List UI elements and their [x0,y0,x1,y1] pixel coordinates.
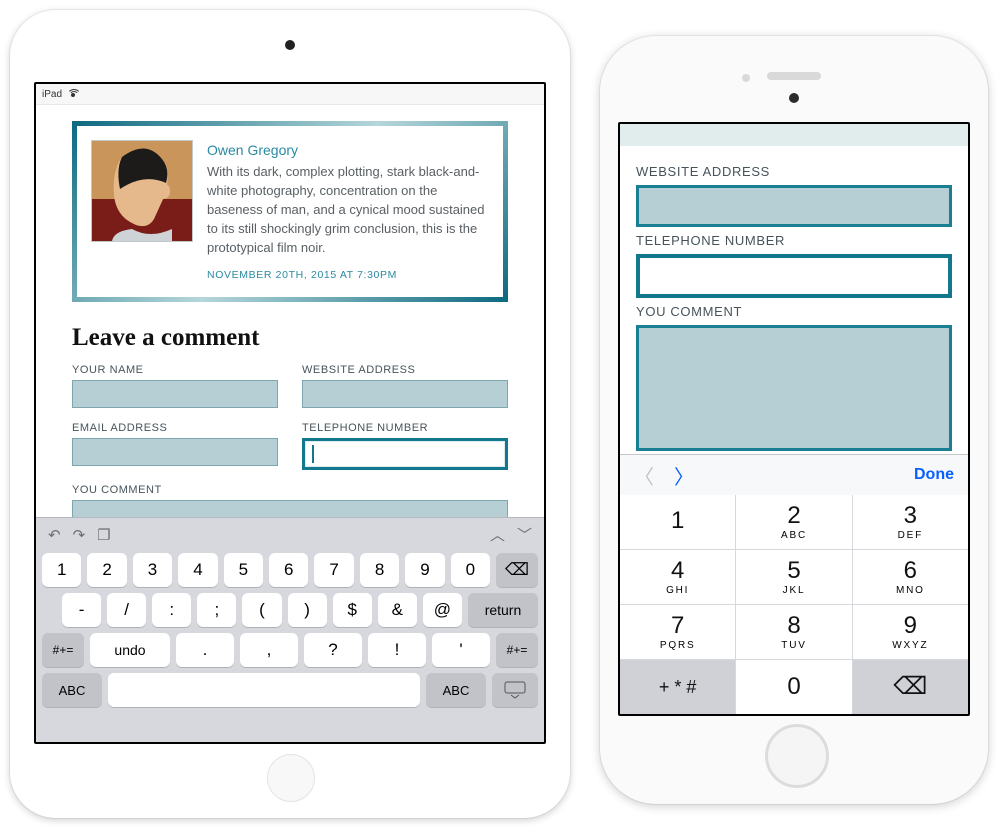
label-phone: TELEPHONE NUMBER [302,422,508,434]
key-slash[interactable]: / [107,593,146,627]
author-name: Owen Gregory [207,140,489,160]
label-website: WEBSITE ADDRESS [636,164,952,179]
device-label: iPad [42,89,62,100]
page-content: Owen Gregory With its dark, complex plot… [36,105,544,572]
comment-timestamp: NOVEMBER 20TH, 2015 AT 7:30PM [207,268,489,283]
key-amp[interactable]: & [378,593,417,627]
key-row-2: - / : ; ( ) $ & @ return [42,593,538,627]
key-4[interactable]: 4 [178,553,217,587]
proximity-sensor [742,74,750,82]
key-row-1: 1 2 3 4 5 6 7 8 9 0 ⌫ [42,553,538,587]
key-dash[interactable]: - [62,593,101,627]
page-content: WEBSITE ADDRESS TELEPHONE NUMBER YOU COM… [620,146,968,454]
clipboard-icon[interactable]: ❐ [97,526,110,544]
redo-arrow-icon[interactable]: ↷ [73,526,86,544]
numkey-5[interactable]: 5JKL [736,550,851,604]
prev-field-icon[interactable]: ︿ [490,524,505,545]
comment-field[interactable] [636,325,952,451]
numkey-3[interactable]: 3DEF [853,495,968,549]
undo-key[interactable]: undo [90,633,170,667]
phone-field[interactable] [636,254,952,298]
ipad-keyboard: ↶ ↷ ❐ ︿ ﹀ 1 2 3 4 5 6 7 8 9 0 [36,517,544,742]
key-6[interactable]: 6 [269,553,308,587]
name-field[interactable] [72,380,278,408]
numkey-8[interactable]: 8TUV [736,605,851,659]
front-camera [789,93,799,103]
home-button[interactable] [267,754,315,802]
key-row-4: ABC ABC [42,673,538,707]
form-heading: Leave a comment [72,324,508,352]
key-semicolon[interactable]: ; [197,593,236,627]
key-0[interactable]: 0 [451,553,490,587]
key-apostrophe[interactable]: ' [432,633,490,667]
status-bar: iPad [36,84,544,105]
key-2[interactable]: 2 [87,553,126,587]
next-field-icon[interactable]: ﹀ [517,524,532,545]
phone-field[interactable] [302,438,508,470]
key-at[interactable]: @ [423,593,462,627]
abc-key-right[interactable]: ABC [426,673,486,707]
numkey-symbols[interactable]: + * # [620,660,735,714]
ipad-screen: iPad [34,82,546,744]
iphone-device: WEBSITE ADDRESS TELEPHONE NUMBER YOU COM… [600,36,988,804]
key-colon[interactable]: : [152,593,191,627]
keyboard-accessory-bar: 〈 〉 Done [620,454,968,495]
label-comment: YOU COMMENT [72,484,508,496]
label-comment: YOU COMMENT [636,304,952,319]
numeric-keypad: 1 2ABC 3DEF 4GHI 5JKL 6MNO 7PQRS 8TUV 9W… [620,495,968,714]
key-row-3: #+= undo . , ? ! ' #+= [42,633,538,667]
numkey-0[interactable]: 0 [736,660,851,714]
symbol-shift-key-left[interactable]: #+= [42,633,84,667]
page-header-strip [620,124,968,146]
label-website: WEBSITE ADDRESS [302,364,508,376]
home-button[interactable] [765,724,829,788]
key-exclaim[interactable]: ! [368,633,426,667]
comment-body: With its dark, complex plotting, stark b… [207,163,489,257]
key-paren-right[interactable]: ) [288,593,327,627]
numkey-9[interactable]: 9WXYZ [853,605,968,659]
label-email: EMAIL ADDRESS [72,422,278,434]
numkey-4[interactable]: 4GHI [620,550,735,604]
symbol-shift-key-right[interactable]: #+= [496,633,538,667]
camera-dot [285,40,295,50]
wifi-icon [67,89,81,99]
undo-arrow-icon[interactable]: ↶ [48,526,61,544]
comment-card: Owen Gregory With its dark, complex plot… [72,121,508,302]
avatar [91,140,193,242]
numkey-7[interactable]: 7PQRS [620,605,735,659]
key-comma[interactable]: , [240,633,298,667]
key-5[interactable]: 5 [224,553,263,587]
label-phone: TELEPHONE NUMBER [636,233,952,248]
key-9[interactable]: 9 [405,553,444,587]
prev-field-icon[interactable]: 〈 [634,461,654,490]
hide-keyboard-key[interactable] [492,673,538,707]
numkey-backspace[interactable]: ⌫ [853,660,968,714]
label-your-name: YOUR NAME [72,364,278,376]
ipad-device: iPad [10,10,570,818]
key-1[interactable]: 1 [42,553,81,587]
key-dollar[interactable]: $ [333,593,372,627]
abc-key-left[interactable]: ABC [42,673,102,707]
website-field[interactable] [302,380,508,408]
done-button[interactable]: Done [914,466,954,484]
numkey-6[interactable]: 6MNO [853,550,968,604]
text-caret [312,445,314,463]
key-7[interactable]: 7 [314,553,353,587]
key-3[interactable]: 3 [133,553,172,587]
key-paren-left[interactable]: ( [242,593,281,627]
website-field[interactable] [636,185,952,227]
key-period[interactable]: . [176,633,234,667]
key-8[interactable]: 8 [360,553,399,587]
numkey-1[interactable]: 1 [620,495,735,549]
key-question[interactable]: ? [304,633,362,667]
space-key[interactable] [108,673,420,707]
speaker-grille [767,72,821,80]
numkey-2[interactable]: 2ABC [736,495,851,549]
return-key[interactable]: return [468,593,538,627]
backspace-key[interactable]: ⌫ [496,553,538,587]
email-field[interactable] [72,438,278,466]
next-field-icon[interactable]: 〉 [674,461,694,490]
iphone-screen: WEBSITE ADDRESS TELEPHONE NUMBER YOU COM… [618,122,970,716]
